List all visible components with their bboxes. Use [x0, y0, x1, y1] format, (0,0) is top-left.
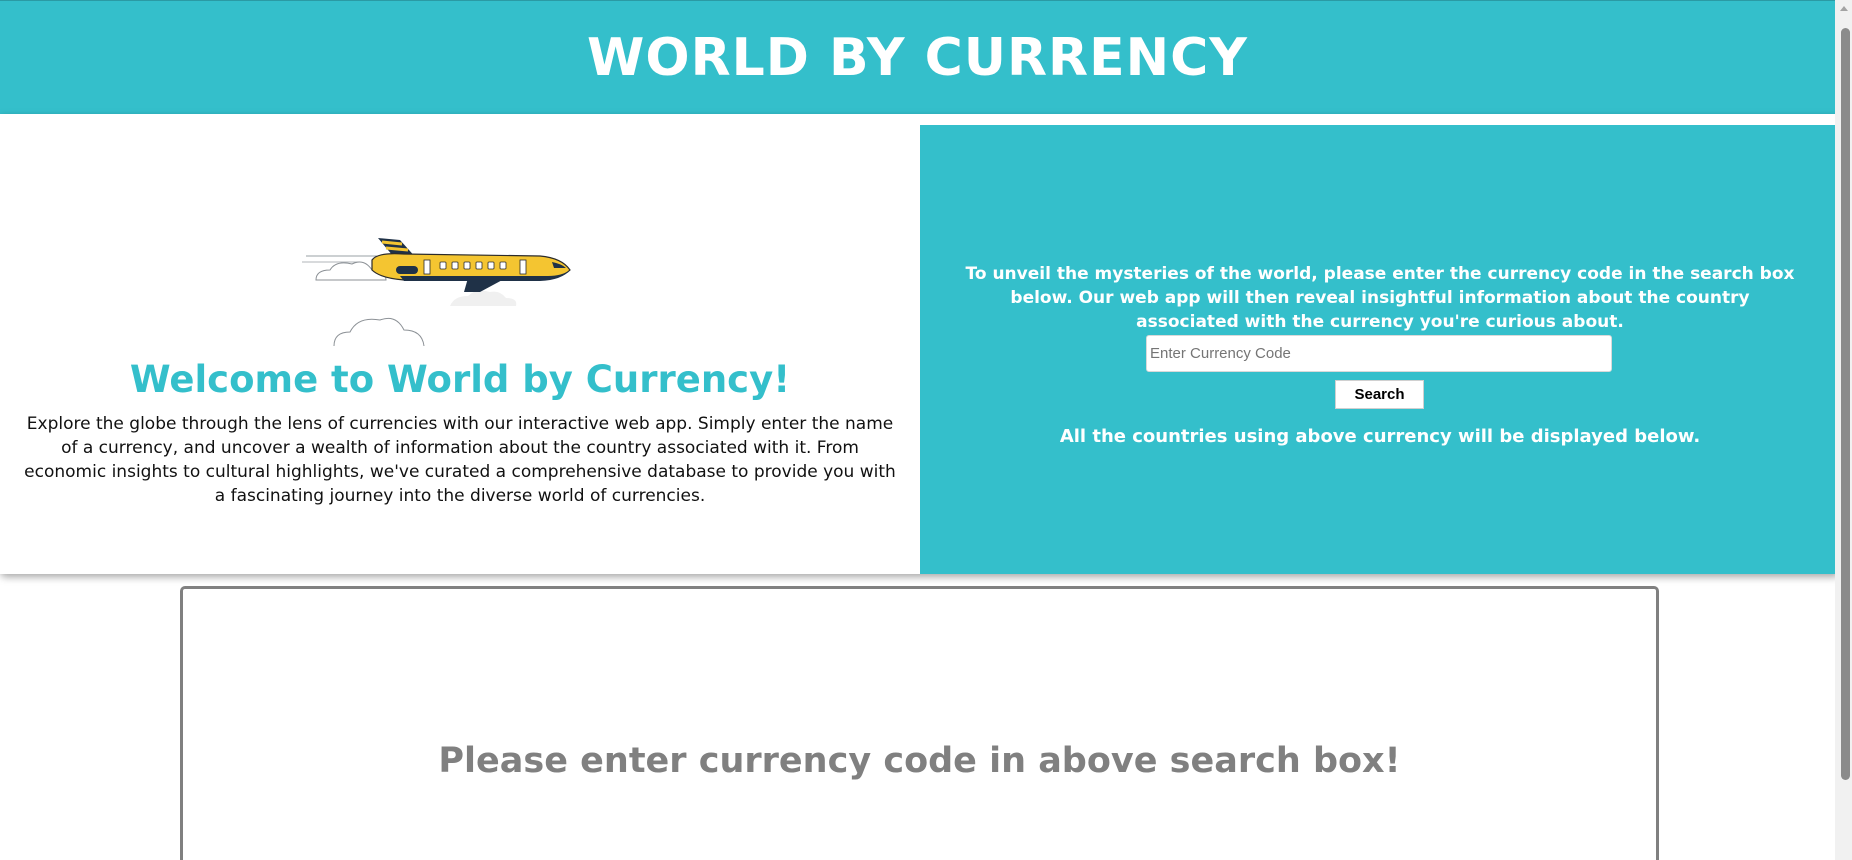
airplane-illustration: [302, 238, 571, 346]
results-container: Please enter currency code in above sear…: [180, 586, 1659, 860]
results-note: All the countries using above currency w…: [1059, 426, 1701, 447]
results-placeholder: Please enter currency code in above sear…: [438, 741, 1401, 781]
welcome-panel: Welcome to World by Currency! Explore th…: [0, 114, 920, 574]
search-button[interactable]: Search: [1335, 380, 1424, 409]
site-header: WORLD BY CURRENCY: [0, 0, 1835, 114]
scroll-up-arrow-icon[interactable]: [1835, 0, 1852, 17]
currency-code-input[interactable]: [1146, 335, 1612, 372]
search-instructions: To unveil the mysteries of the world, pl…: [965, 264, 1795, 332]
welcome-title: Welcome to World by Currency!: [129, 358, 791, 401]
search-panel: To unveil the mysteries of the world, pl…: [920, 125, 1835, 574]
scrollbar-thumb[interactable]: [1841, 28, 1850, 780]
site-title: WORLD BY CURRENCY: [587, 27, 1248, 88]
hero-card: Welcome to World by Currency! Explore th…: [0, 114, 1835, 574]
welcome-description: Explore the globe through the lens of cu…: [24, 414, 896, 506]
vertical-scrollbar[interactable]: [1835, 0, 1852, 860]
page-viewport: WORLD BY CURRENCY Welcome to World by Cu…: [0, 0, 1835, 860]
